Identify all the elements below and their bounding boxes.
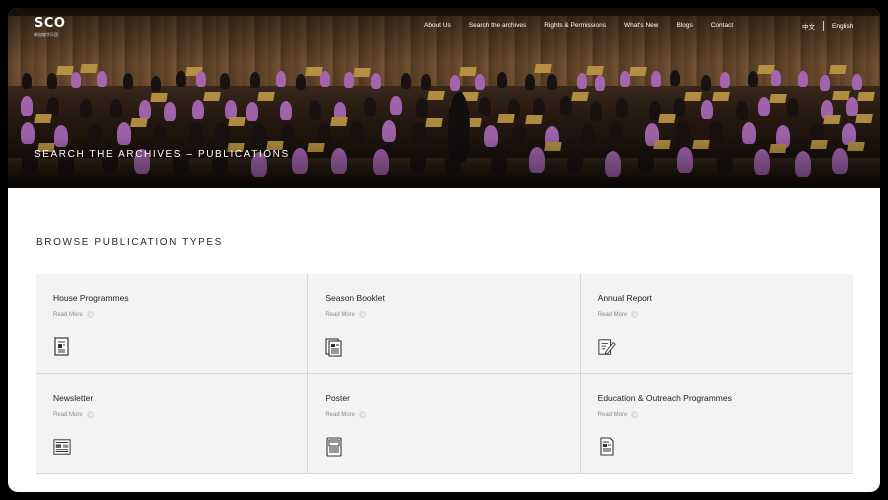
card-title: Season Booklet (325, 293, 385, 303)
nav-about-us[interactable]: About Us (424, 22, 451, 29)
lang-english[interactable]: English (832, 23, 853, 30)
arrow-circle-icon (359, 411, 367, 418)
nav-whats-new[interactable]: What's New (624, 22, 658, 29)
card-education-outreach[interactable]: Education & Outreach Programmes Read Mor… (580, 374, 853, 474)
read-more-label: Read More (325, 411, 356, 418)
read-more-label: Read More (53, 411, 83, 418)
nav-rights-permissions[interactable]: Rights & Permissions (544, 22, 606, 29)
card-title: Newsletter (53, 393, 94, 403)
language-switcher: 中文 English (802, 21, 853, 31)
read-more-link[interactable]: Read More (325, 311, 367, 318)
read-more-label: Read More (53, 311, 83, 318)
read-more-label: Read More (597, 311, 628, 318)
lang-chinese[interactable]: 中文 (802, 21, 815, 31)
read-more-label: Read More (325, 311, 356, 318)
card-title: Poster (325, 393, 350, 403)
main-nav: About Us Search the archives Rights & Pe… (424, 22, 733, 29)
sco-logo[interactable]: SCO 新加坡华乐团 (34, 16, 65, 38)
arrow-circle-icon (86, 411, 94, 418)
document-icon (600, 437, 614, 456)
card-title: House Programmes (53, 293, 129, 303)
programme-doc-icon (54, 337, 69, 356)
arrow-circle-icon (359, 311, 367, 318)
nav-contact[interactable]: Contact (711, 22, 733, 29)
nav-blogs[interactable]: Blogs (676, 22, 692, 29)
card-newsletter[interactable]: Newsletter Read More (36, 374, 309, 474)
card-annual-report[interactable]: Annual Report Read More (580, 274, 853, 374)
hero-title: SEARCH THE ARCHIVES – PUBLICATIONS (34, 149, 290, 160)
read-more-link[interactable]: Read More (53, 311, 94, 318)
read-more-link[interactable]: Read More (598, 311, 639, 318)
section-title: BROWSE PUBLICATION TYPES (36, 237, 223, 248)
card-house-programmes[interactable]: House Programmes Read More (36, 274, 309, 374)
read-more-label: Read More (597, 411, 628, 418)
booklet-icon (325, 338, 342, 357)
card-poster[interactable]: Poster Read More (308, 374, 581, 474)
arrow-circle-icon (631, 411, 639, 418)
hero-overlay (8, 8, 880, 188)
card-title: Annual Report (597, 293, 652, 303)
read-more-link[interactable]: Read More (598, 411, 639, 418)
poster-icon (326, 437, 342, 457)
hero-banner: SCO 新加坡华乐团 About Us Search the archives … (8, 8, 880, 188)
lang-divider (823, 21, 824, 31)
arrow-circle-icon (631, 311, 639, 318)
read-more-link[interactable]: Read More (325, 411, 367, 418)
report-edit-icon (598, 339, 616, 355)
logo-subtext: 新加坡华乐团 (34, 32, 58, 37)
browser-frame: SCO 新加坡华乐团 About Us Search the archives … (8, 8, 880, 492)
read-more-link[interactable]: Read More (53, 411, 94, 418)
card-season-booklet[interactable]: Season Booklet Read More (308, 274, 581, 374)
publication-grid: House Programmes Read More Season Bookle… (36, 274, 853, 474)
nav-search-archives[interactable]: Search the archives (469, 22, 526, 29)
arrow-circle-icon (86, 311, 94, 318)
newspaper-icon (53, 439, 71, 455)
logo-text: SCO (34, 16, 66, 31)
card-title: Education & Outreach Programmes (597, 393, 732, 403)
